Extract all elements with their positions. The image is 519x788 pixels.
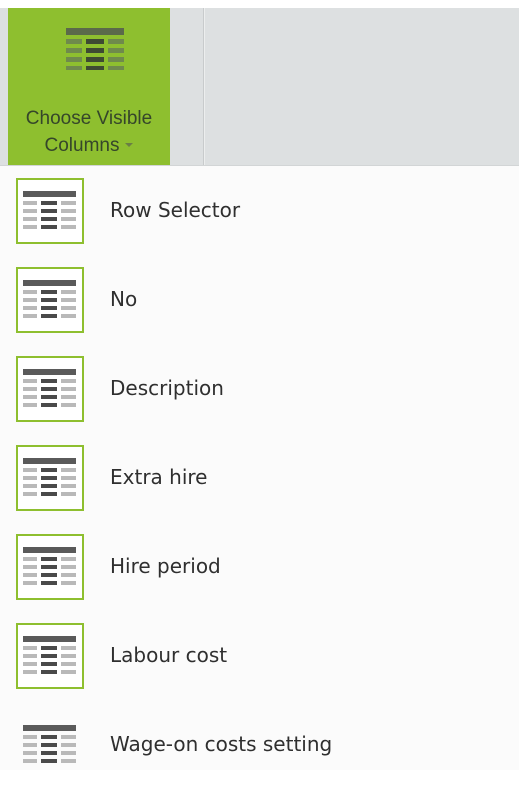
menu-item-label: Extra hire	[110, 465, 208, 489]
window-top-edge	[0, 0, 519, 8]
dropdown-caret-icon	[125, 142, 134, 147]
menu-item-row-selector[interactable]: Row Selector	[0, 166, 519, 254]
menu-item-extra-hire[interactable]: Extra hire	[0, 433, 519, 521]
table-columns-icon	[23, 636, 76, 674]
checked-indicator	[16, 267, 84, 333]
button-label-line1: Choose Visible	[25, 108, 153, 129]
menu-item-no[interactable]: No	[0, 255, 519, 343]
menu-item-wage-on-costs-setting[interactable]: Wage-on costs setting	[0, 700, 519, 788]
table-columns-icon	[23, 191, 76, 229]
menu-item-label: Hire period	[110, 554, 221, 578]
table-columns-icon	[23, 369, 76, 407]
table-columns-icon	[23, 725, 76, 763]
menu-item-label: Description	[110, 376, 224, 400]
table-columns-icon	[23, 458, 76, 496]
menu-item-description[interactable]: Description	[0, 344, 519, 432]
menu-item-labour-cost[interactable]: Labour cost	[0, 611, 519, 699]
checked-indicator	[16, 178, 84, 244]
ribbon-toolbar: Choose Visible Columns	[0, 8, 519, 166]
menu-item-label: Row Selector	[110, 198, 241, 222]
table-columns-icon	[23, 280, 76, 318]
menu-item-hire-period[interactable]: Hire period	[0, 522, 519, 610]
menu-item-label: Labour cost	[110, 643, 228, 667]
unchecked-indicator	[16, 712, 84, 778]
checked-indicator	[16, 445, 84, 511]
visible-columns-menu: Row Selector No Description Extra hire H…	[0, 166, 519, 770]
menu-item-label: No	[110, 287, 138, 311]
checked-indicator	[16, 356, 84, 422]
menu-item-label: Wage-on costs setting	[110, 732, 333, 756]
checked-indicator	[16, 623, 84, 689]
ribbon-divider-highlight	[204, 8, 205, 165]
checked-indicator	[16, 534, 84, 600]
choose-visible-columns-button[interactable]: Choose Visible Columns	[8, 8, 170, 165]
button-label-line2: Columns	[44, 135, 120, 156]
table-columns-icon	[23, 547, 76, 585]
table-columns-icon	[66, 28, 124, 70]
